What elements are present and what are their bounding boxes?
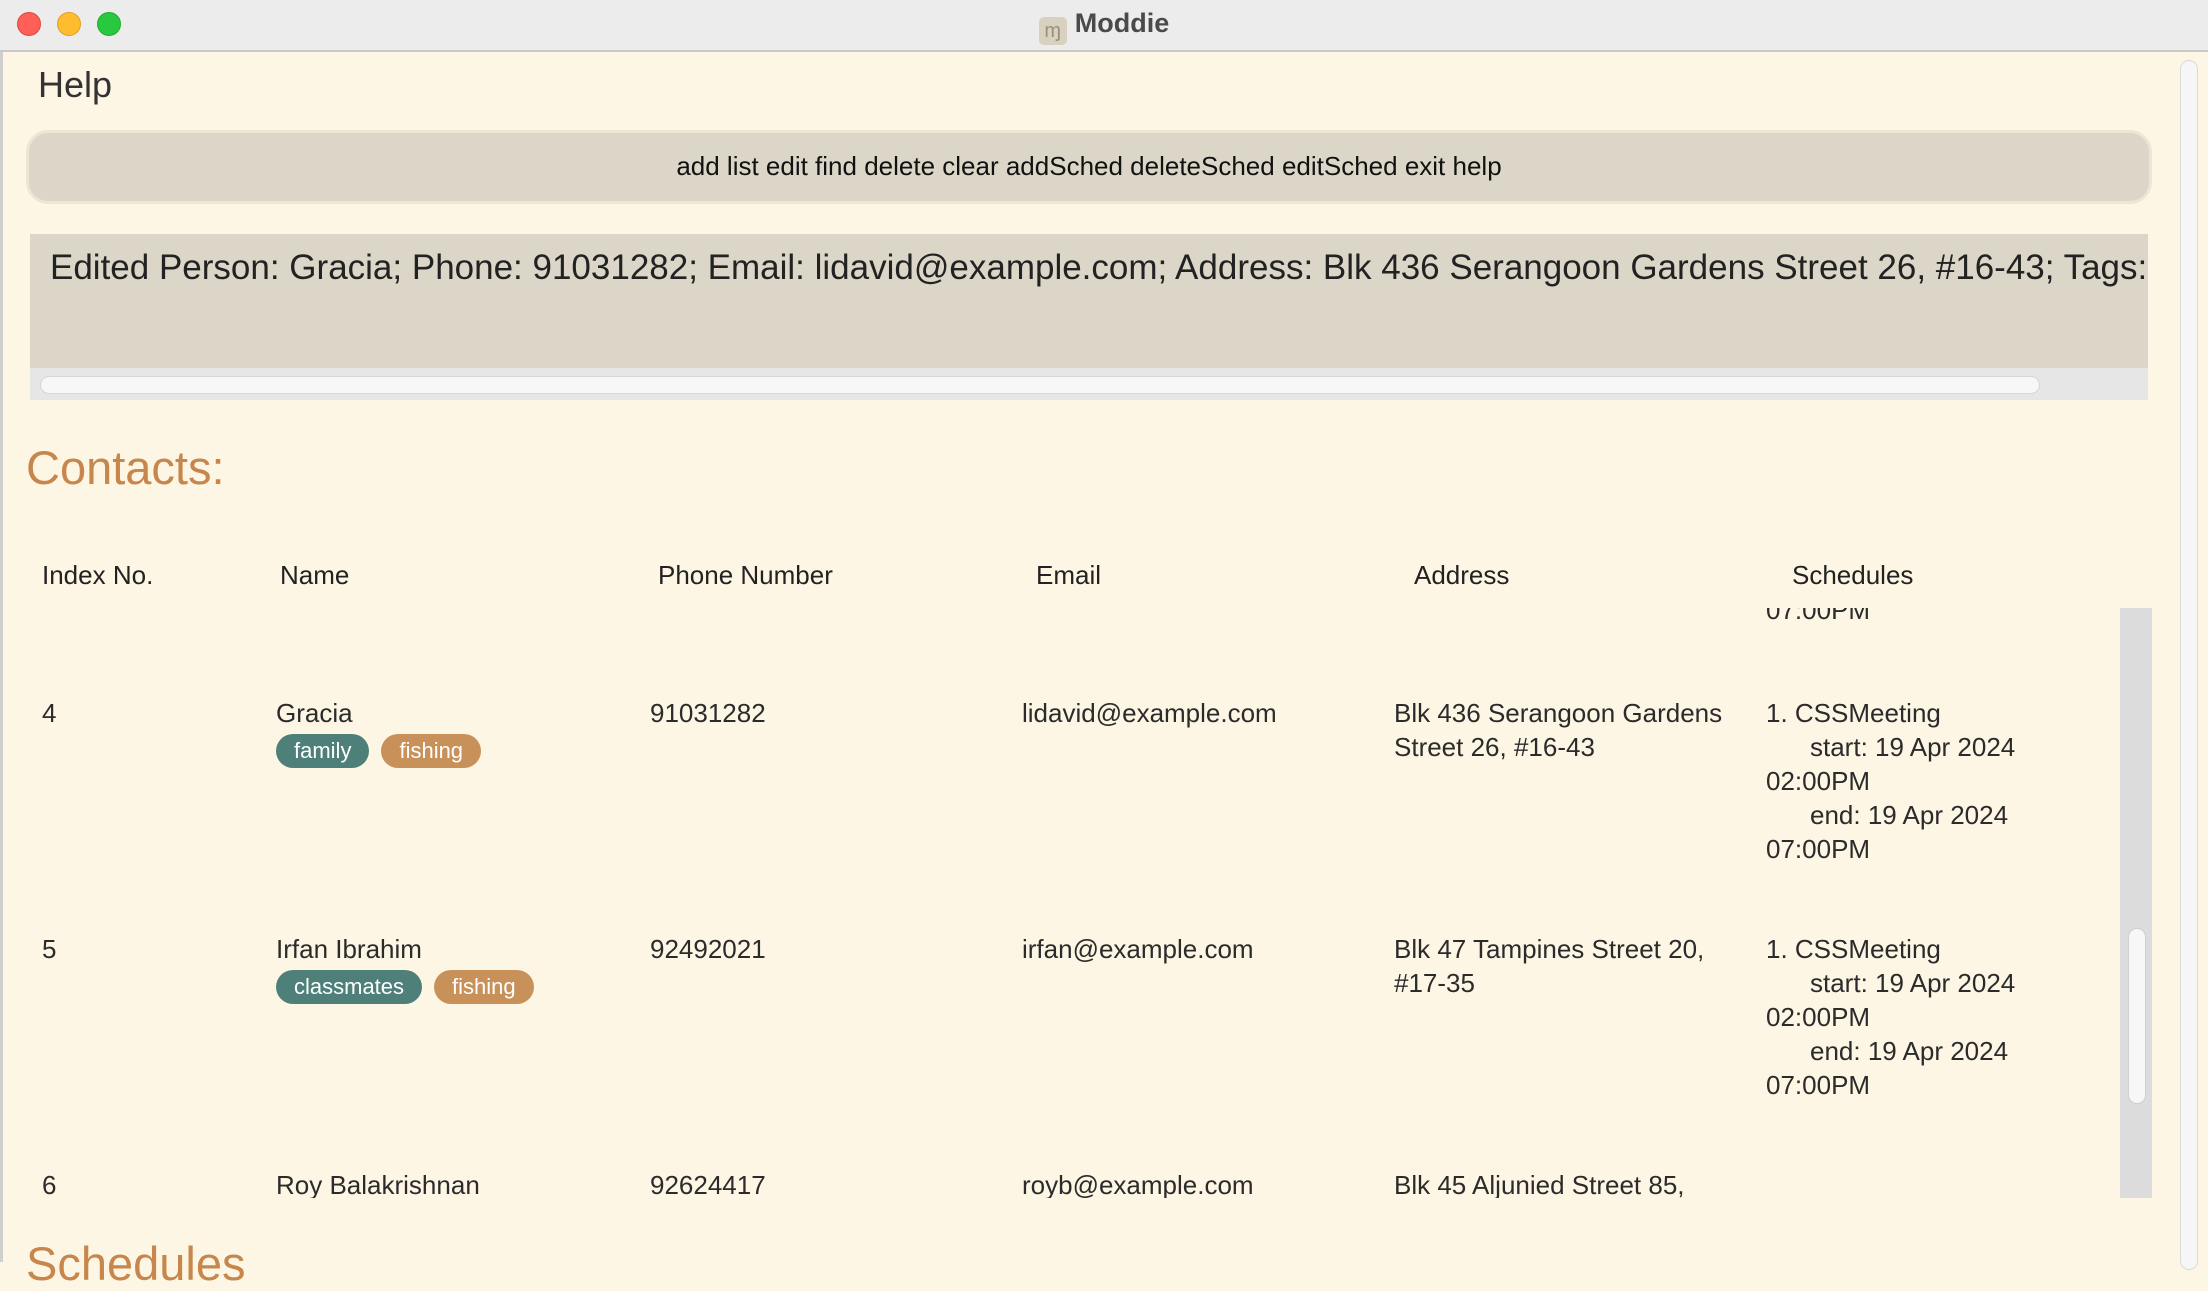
contact-list[interactable]: 07:00PM 4 Gracia family fishing 91031282 … <box>0 608 2150 1198</box>
header-name: Name <box>280 560 350 590</box>
row-5-name-cell[interactable]: Irfan Ibrahim classmates fishing <box>276 932 546 1004</box>
contact-list-scrollbar-thumb[interactable] <box>2128 928 2146 1104</box>
contact-list-scrollbar[interactable] <box>2120 608 2152 1198</box>
tag-fishing: fishing <box>434 970 534 1004</box>
window-title: ɱ Moddie <box>0 8 2208 45</box>
row-5-address: Blk 47 Tampines Street 20, #17-35 <box>1394 932 1704 1000</box>
result-text: Edited Person: Gracia; Phone: 91031282; … <box>50 248 2148 287</box>
row-4-schedule-start: start: 19 Apr 2024 <box>1810 732 2016 762</box>
title-bar: ɱ Moddie <box>0 0 2208 52</box>
row-4-schedule-end: end: 19 Apr 2024 <box>1810 800 2009 830</box>
schedules-section-title: Schedules <box>26 1237 246 1290</box>
tag-classmates: classmates <box>276 970 423 1004</box>
command-list-bar[interactable]: add list edit find delete clear addSched… <box>26 130 2152 204</box>
row-6-email: royb@example.com <box>1022 1170 1254 1198</box>
row-5-index: 5 <box>42 934 57 964</box>
row-5-schedule: 1. CSSMeeting start: 19 Apr 2024 02:00PM… <box>1766 932 2015 1102</box>
result-display: Edited Person: Gracia; Phone: 91031282; … <box>30 234 2148 400</box>
row-5-phone: 92492021 <box>650 934 766 964</box>
row-6-address: Blk 45 Aljunied Street 85, <box>1394 1170 1685 1198</box>
help-menu[interactable]: Help <box>38 64 112 106</box>
contacts-title: Contacts: <box>26 441 225 494</box>
row-4-name: Gracia <box>276 698 353 728</box>
row-5-address-line-2: #17-35 <box>1394 968 1475 998</box>
row-4-schedule-start-time: 02:00PM <box>1766 766 1871 796</box>
app-logo-icon: ɱ <box>1038 17 1067 45</box>
row-5-schedule-start-time: 02:00PM <box>1766 1002 1871 1032</box>
header-index: Index No. <box>42 560 154 590</box>
row-4-schedule-end-time: 07:00PM <box>1766 834 1871 864</box>
row-5-schedule-end: end: 19 Apr 2024 <box>1810 1036 2009 1066</box>
row-5-email: irfan@example.com <box>1022 934 1254 964</box>
row-4-phone: 91031282 <box>650 698 766 728</box>
row-4-address-line-2: Street 26, #16-43 <box>1394 732 1595 762</box>
row-4-name-cell[interactable]: Gracia family fishing <box>276 696 493 768</box>
header-schedules: Schedules <box>1792 560 1914 590</box>
row-5-address-line-1: Blk 47 Tampines Street 20, <box>1394 934 1705 964</box>
row-4-tags: family fishing <box>276 730 493 768</box>
tag-fishing: fishing <box>381 734 482 768</box>
row-5-schedule-end-time: 07:00PM <box>1766 1070 1871 1100</box>
row-4-email: lidavid@example.com <box>1022 698 1277 728</box>
row-6-phone: 92624417 <box>650 1170 766 1198</box>
row-5-tags: classmates fishing <box>276 966 546 1004</box>
row-4-schedule-title: 1. CSSMeeting <box>1766 698 1941 728</box>
row-5-schedule-start: start: 19 Apr 2024 <box>1810 968 2016 998</box>
page-scrollbar-thumb[interactable] <box>2180 60 2198 1270</box>
previous-row-schedule-tail: 07:00PM <box>1766 608 1871 625</box>
header-address: Address <box>1414 560 1510 590</box>
header-email: Email <box>1036 560 1102 590</box>
row-4-schedule: 1. CSSMeeting start: 19 Apr 2024 02:00PM… <box>1766 696 2015 866</box>
row-5-name: Irfan Ibrahim <box>276 934 422 964</box>
row-6-index: 6 <box>42 1170 57 1198</box>
row-4-address: Blk 436 Serangoon Gardens Street 26, #16… <box>1394 696 1722 764</box>
tag-family: family <box>276 734 370 768</box>
window-title-text: Moddie <box>1074 8 1170 38</box>
row-4-index: 4 <box>42 698 57 728</box>
row-4-address-line-1: Blk 436 Serangoon Gardens <box>1394 698 1723 728</box>
header-phone: Phone Number <box>658 560 833 590</box>
result-scrollbar-thumb[interactable] <box>40 376 2040 394</box>
row-6-name[interactable]: Roy Balakrishnan <box>276 1168 480 1198</box>
row-5-schedule-title: 1. CSSMeeting <box>1766 934 1941 964</box>
